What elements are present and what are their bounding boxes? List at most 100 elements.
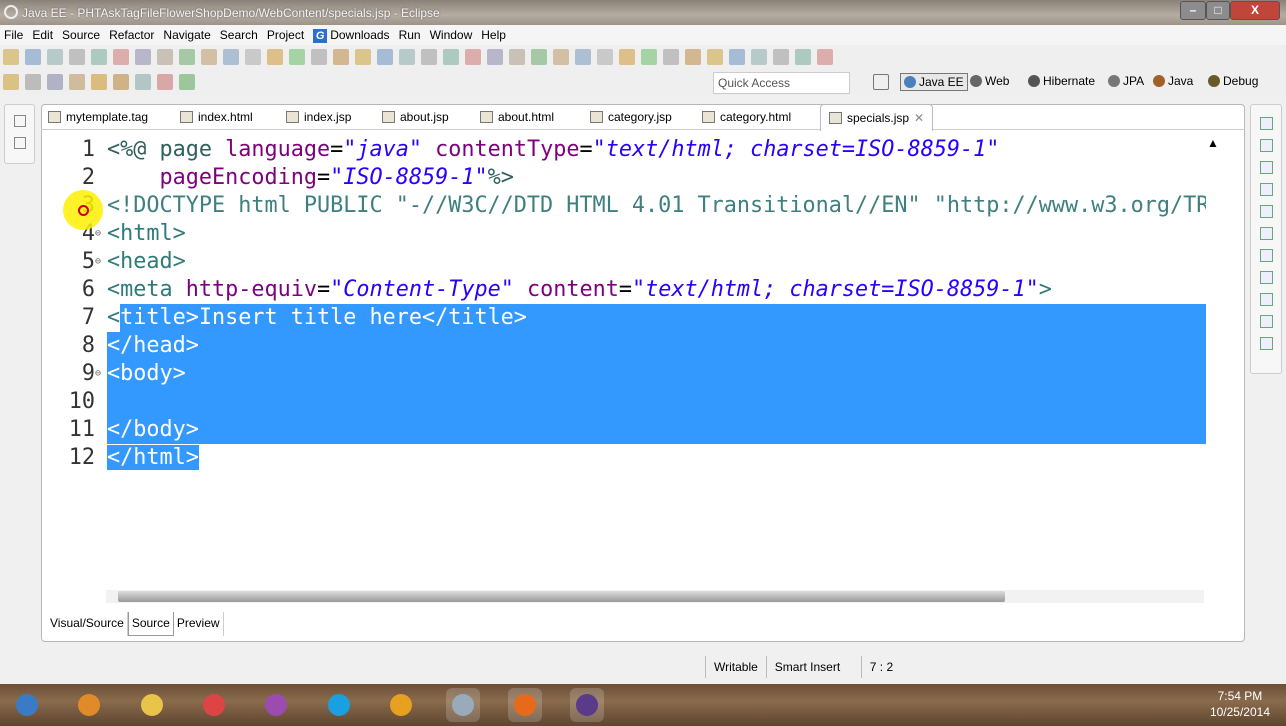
toolbar-icon[interactable] (47, 49, 63, 65)
fold-toggle-icon[interactable]: ⊖ (95, 248, 101, 276)
tab-category-html[interactable]: category.html (702, 110, 791, 124)
toolbar-icon[interactable] (597, 49, 613, 65)
toolbar-icon[interactable] (135, 74, 151, 90)
perspective-java-ee[interactable]: Java EE (900, 73, 968, 91)
vertical-scrollbar[interactable]: ▲ (1207, 136, 1221, 586)
toolbar-icon[interactable] (729, 49, 745, 65)
toolbar-icon[interactable] (223, 49, 239, 65)
toolbar-icon[interactable] (157, 74, 173, 90)
restore-button[interactable]: □ (1206, 1, 1230, 20)
toolbar-icon[interactable] (355, 49, 371, 65)
java-ee-ide-taskbar-button[interactable] (570, 688, 604, 722)
toolbar-icon[interactable] (267, 49, 283, 65)
menu-refactor[interactable]: Refactor (105, 25, 159, 42)
view-icon[interactable] (1260, 293, 1273, 306)
scroll-up-arrow[interactable]: ▲ (1207, 136, 1221, 150)
menu-window[interactable]: Window (426, 25, 478, 42)
toolbar-icon[interactable] (575, 49, 591, 65)
tab-preview[interactable]: Preview (174, 612, 224, 636)
perspective-hibernate[interactable]: Hibernate (1028, 74, 1095, 88)
toolbar-icon[interactable] (157, 49, 173, 65)
toolbar-icon[interactable] (509, 49, 525, 65)
toolbar-icon[interactable] (69, 49, 85, 65)
quick-access-input[interactable]: Quick Access (713, 72, 850, 94)
fold-toggle-icon[interactable]: ⊖ (95, 360, 101, 388)
toolbar-icon[interactable] (641, 49, 657, 65)
right-trim-stack[interactable] (1250, 104, 1282, 374)
close-button[interactable]: X (1230, 1, 1280, 20)
folder-taskbar-button[interactable] (135, 688, 169, 722)
toolbar-icon[interactable] (91, 49, 107, 65)
toolbar-icon[interactable] (619, 49, 635, 65)
file-manager-taskbar-button[interactable] (446, 688, 480, 722)
outline-icon[interactable] (14, 137, 26, 149)
toolbar-icon[interactable] (91, 74, 107, 90)
scrollbar-thumb[interactable] (118, 591, 1005, 602)
toolbar-icon[interactable] (817, 49, 833, 65)
toolbar-icon[interactable] (113, 74, 129, 90)
open-perspective-icon[interactable] (873, 74, 889, 90)
toolbar-icon[interactable] (311, 49, 327, 65)
perspective-web[interactable]: Web (970, 74, 1009, 88)
toolbar-icon[interactable] (707, 49, 723, 65)
windows-start-taskbar-button[interactable] (10, 688, 44, 722)
toolbar-icon[interactable] (201, 49, 217, 65)
toolbar-icon[interactable] (685, 49, 701, 65)
toolbar-icon[interactable] (3, 49, 19, 65)
toolbar-icon[interactable] (69, 74, 85, 90)
tab-visual-source[interactable]: Visual/Source (47, 612, 128, 636)
system-clock[interactable]: 7:54 PM 10/25/2014 (1210, 688, 1270, 720)
toolbar-icon[interactable] (47, 74, 63, 90)
toolbar-icon[interactable] (179, 49, 195, 65)
view-icon[interactable] (1260, 337, 1273, 350)
perspective-java[interactable]: Java (1153, 74, 1193, 88)
toolbar-icon[interactable] (773, 49, 789, 65)
toolbar-icon[interactable] (377, 49, 393, 65)
view-icon[interactable] (1260, 139, 1273, 152)
tab-mytemplate-tag[interactable]: mytemplate.tag (48, 110, 148, 124)
toolbar-icon[interactable] (25, 49, 41, 65)
toolbar-icon[interactable] (751, 49, 767, 65)
media-player-taskbar-button[interactable] (72, 688, 106, 722)
code-editor[interactable]: 1 <%@ page language="java" contentType="t… (55, 136, 1206, 586)
toolbar-icon[interactable] (289, 49, 305, 65)
menu-run[interactable]: Run (395, 25, 426, 42)
menu-downloads[interactable]: G Downloads (309, 25, 394, 43)
view-icon[interactable] (1260, 205, 1273, 218)
left-trim-stack[interactable] (4, 104, 35, 164)
menu-navigate[interactable]: Navigate (159, 25, 215, 42)
view-icon[interactable] (1260, 161, 1273, 174)
close-tab-icon[interactable]: ✕ (914, 111, 924, 125)
firefox-taskbar-button[interactable] (508, 688, 542, 722)
tab-about-jsp[interactable]: about.jsp (382, 110, 449, 124)
view-icon[interactable] (1260, 271, 1273, 284)
horizontal-scrollbar[interactable] (106, 590, 1204, 603)
skype-taskbar-button[interactable] (322, 688, 356, 722)
menu-file[interactable]: File (0, 25, 28, 42)
tab-source[interactable]: Source (127, 612, 174, 636)
menu-help[interactable]: Help (477, 25, 511, 42)
toolbar-icon[interactable] (531, 49, 547, 65)
toolbar-icon[interactable] (25, 74, 41, 90)
minimize-button[interactable]: – (1180, 1, 1206, 20)
toolbar-icon[interactable] (399, 49, 415, 65)
restore-icon[interactable] (14, 115, 26, 127)
menu-edit[interactable]: Edit (28, 25, 58, 42)
perspective-debug[interactable]: Debug (1208, 74, 1258, 88)
perspective-jpa[interactable]: JPA (1108, 74, 1144, 88)
tab-index-jsp[interactable]: index.jsp (286, 110, 351, 124)
tab-specials-jsp[interactable]: specials.jsp ✕ (820, 104, 934, 131)
tab-about-html[interactable]: about.html (480, 110, 554, 124)
toolbar-icon[interactable] (465, 49, 481, 65)
toolbar-icon[interactable] (3, 74, 19, 90)
view-icon[interactable] (1260, 227, 1273, 240)
view-icon[interactable] (1260, 183, 1273, 196)
toolbar-icon[interactable] (553, 49, 569, 65)
view-icon[interactable] (1260, 249, 1273, 262)
toolbar-icon[interactable] (113, 49, 129, 65)
outlook-taskbar-button[interactable] (384, 688, 418, 722)
yahoo-messenger-taskbar-button[interactable] (259, 688, 293, 722)
toolbar-icon[interactable] (421, 49, 437, 65)
view-icon[interactable] (1260, 117, 1273, 130)
toolbar-icon[interactable] (443, 49, 459, 65)
